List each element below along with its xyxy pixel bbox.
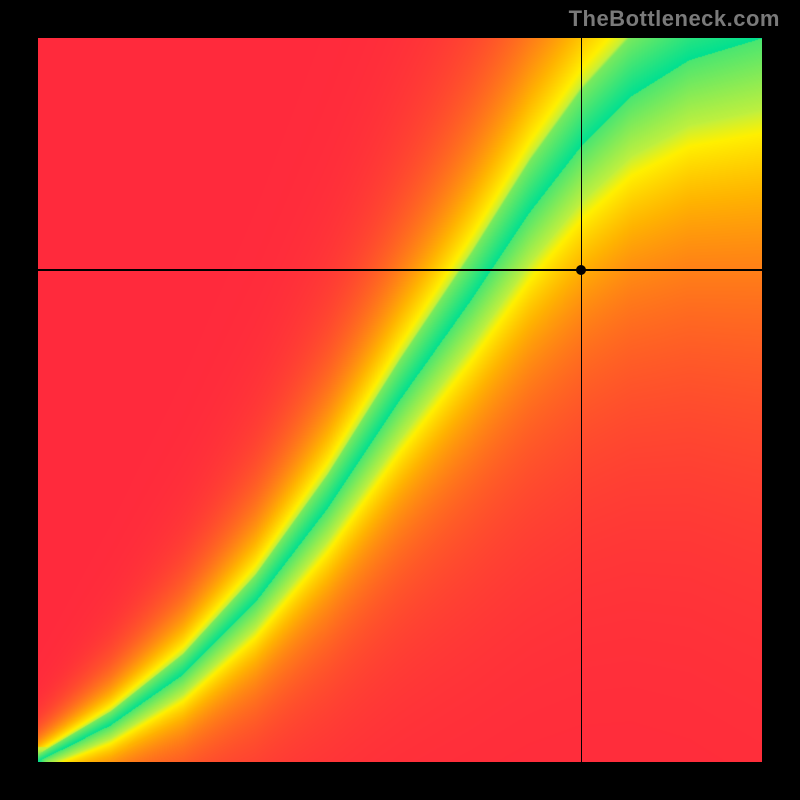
watermark-text: TheBottleneck.com [569,6,780,32]
chart-frame: TheBottleneck.com [0,0,800,800]
crosshair-vertical [581,38,583,762]
heatmap-canvas [38,38,762,762]
heatmap-plot [38,38,762,762]
crosshair-horizontal [38,269,762,271]
data-point-marker [576,265,586,275]
